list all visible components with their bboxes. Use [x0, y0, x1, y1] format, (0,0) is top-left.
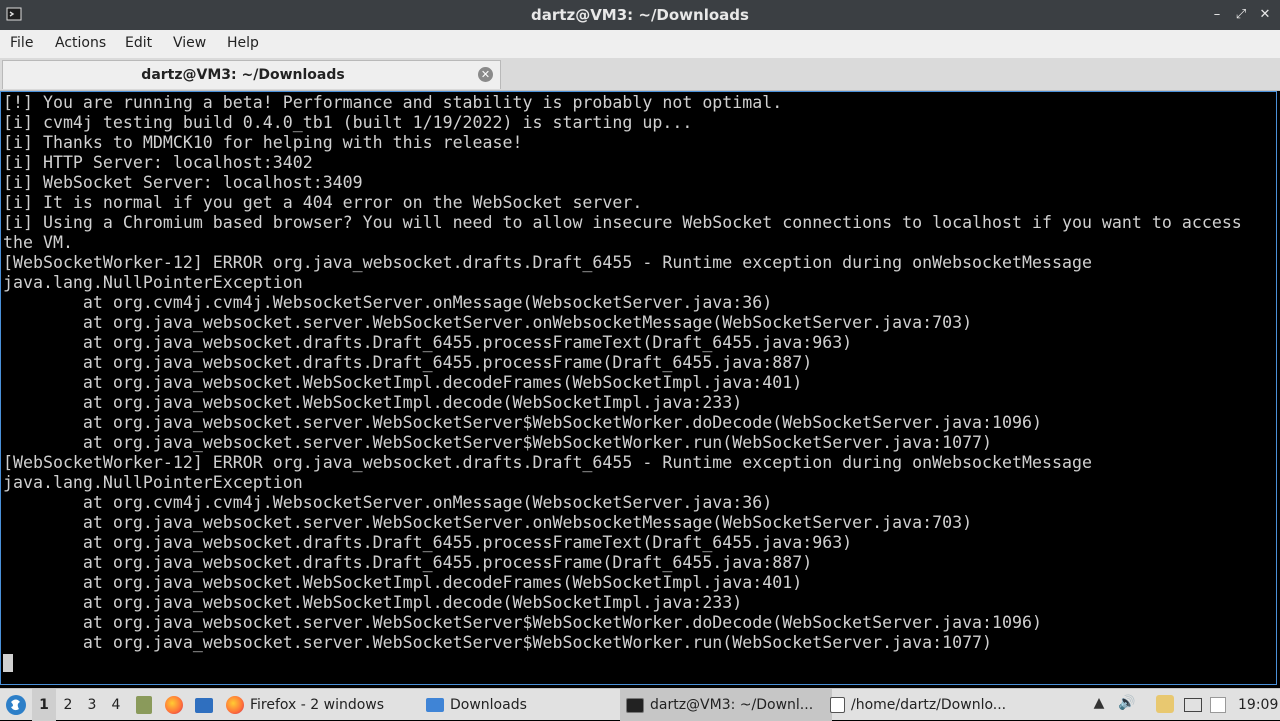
terminal-line: java.lang.NullPointerException	[3, 473, 303, 492]
task-firefox[interactable]: Firefox - 2 windows	[220, 689, 390, 721]
window-title: dartz@VM3: ~/Downloads	[531, 6, 749, 24]
tab-title: dartz@VM3: ~/Downloads	[141, 67, 345, 83]
terminal-line: at org.cvm4j.cvm4j.WebsocketServer.onMes…	[3, 493, 773, 512]
desktop-2-button[interactable]: 2	[56, 689, 80, 721]
start-menu-button[interactable]	[2, 689, 30, 721]
terminal-line: java.lang.NullPointerException	[3, 273, 303, 292]
task-text-editor[interactable]: /home/dartz/Downlo...	[824, 689, 1032, 721]
desktop-icon	[195, 697, 213, 713]
maximize-icon[interactable]: ⤢	[1232, 5, 1250, 23]
terminal-line: at org.java_websocket.drafts.Draft_6455.…	[3, 353, 813, 372]
terminal-line: at org.java_websocket.drafts.Draft_6455.…	[3, 333, 853, 352]
terminal-text: [!] You are running a beta! Performance …	[1, 92, 1276, 654]
tab-terminal[interactable]: dartz@VM3: ~/Downloads ✕	[2, 60, 501, 89]
volume-icon[interactable]: 🔊	[1118, 695, 1136, 713]
menu-actions[interactable]: Actions	[55, 35, 106, 51]
terminal-output[interactable]: [!] You are running a beta! Performance …	[0, 91, 1277, 685]
terminal-line: [i] HTTP Server: localhost:3402	[3, 153, 313, 172]
taskbar: 1 2 3 4 Firefox - 2 windows Downloads da…	[0, 688, 1280, 721]
task-label: Downloads	[450, 697, 527, 713]
tray-arrow-icon[interactable]: ▲	[1090, 695, 1108, 713]
text-editor-icon	[830, 697, 845, 713]
task-label: Firefox - 2 windows	[250, 697, 385, 713]
notification-icon[interactable]	[1210, 697, 1226, 713]
network-icon[interactable]	[1184, 698, 1202, 712]
terminal-line: at org.java_websocket.WebSocketImpl.deco…	[3, 573, 803, 592]
terminal-line: [i] WebSocket Server: localhost:3409	[3, 173, 363, 192]
firefox-launcher[interactable]	[164, 689, 184, 721]
terminal-line: [i] Thanks to MDMCK10 for helping with t…	[3, 133, 523, 152]
terminal-cursor	[3, 654, 13, 672]
menu-file[interactable]: File	[10, 35, 33, 51]
minimize-icon[interactable]: –	[1208, 5, 1226, 23]
show-desktop-button[interactable]	[194, 689, 214, 721]
cabinet-icon	[136, 696, 152, 714]
desktop-3-button[interactable]: 3	[80, 689, 104, 721]
terminal-line: the VM.	[3, 233, 73, 252]
clock[interactable]: 19:09	[1238, 689, 1278, 721]
menu-bar: File Actions Edit View Help	[0, 30, 1280, 58]
terminal-line: at org.java_websocket.WebSocketImpl.deco…	[3, 593, 743, 612]
window-titlebar[interactable]: dartz@VM3: ~/Downloads – ⤢ ✕	[0, 0, 1280, 30]
firefox-icon	[226, 696, 244, 714]
menu-view[interactable]: View	[173, 35, 206, 51]
terminal-line: at org.java_websocket.drafts.Draft_6455.…	[3, 553, 813, 572]
terminal-line: at org.java_websocket.server.WebSocketSe…	[3, 613, 1042, 632]
terminal-line: at org.java_websocket.drafts.Draft_6455.…	[3, 533, 853, 552]
menu-help[interactable]: Help	[227, 35, 259, 51]
lxqt-menu-icon	[6, 695, 26, 715]
terminal-line: [WebSocketWorker-12] ERROR org.java_webs…	[3, 453, 1092, 472]
terminal-line: at org.java_websocket.server.WebSocketSe…	[3, 513, 973, 532]
task-label: /home/dartz/Downlo...	[851, 697, 1007, 713]
terminal-line: [WebSocketWorker-12] ERROR org.java_webs…	[3, 253, 1092, 272]
terminal-line: [i] cvm4j testing build 0.4.0_tb1 (built…	[3, 113, 693, 132]
terminal-line: at org.cvm4j.cvm4j.WebsocketServer.onMes…	[3, 293, 773, 312]
terminal-line: at org.java_websocket.server.WebSocketSe…	[3, 633, 993, 652]
menu-edit[interactable]: Edit	[125, 35, 152, 51]
close-icon[interactable]: ✕	[1256, 5, 1274, 23]
terminal-icon	[626, 697, 644, 713]
terminal-line: at org.java_websocket.server.WebSocketSe…	[3, 433, 993, 452]
terminal-line: [i] It is normal if you get a 404 error …	[3, 193, 643, 212]
file-manager-launcher[interactable]	[134, 689, 154, 721]
task-label: dartz@VM3: ~/Downl...	[650, 697, 814, 713]
clipboard-icon[interactable]	[1156, 695, 1174, 713]
terminal-line: [i] Using a Chromium based browser? You …	[3, 213, 1242, 232]
terminal-line: at org.java_websocket.server.WebSocketSe…	[3, 413, 1042, 432]
task-terminal[interactable]: dartz@VM3: ~/Downl...	[620, 689, 832, 721]
folder-icon	[426, 698, 444, 712]
task-downloads[interactable]: Downloads	[420, 689, 533, 721]
terminal-line: at org.java_websocket.WebSocketImpl.deco…	[3, 373, 803, 392]
tab-bar: dartz@VM3: ~/Downloads ✕	[0, 58, 1280, 91]
terminal-line: at org.java_websocket.WebSocketImpl.deco…	[3, 393, 743, 412]
firefox-icon	[165, 696, 183, 714]
terminal-line: at org.java_websocket.server.WebSocketSe…	[3, 313, 973, 332]
tab-close-icon[interactable]: ✕	[478, 67, 493, 82]
terminal-line: [!] You are running a beta! Performance …	[3, 93, 783, 112]
desktop-4-button[interactable]: 4	[104, 689, 128, 721]
desktop-1-button[interactable]: 1	[32, 689, 56, 721]
